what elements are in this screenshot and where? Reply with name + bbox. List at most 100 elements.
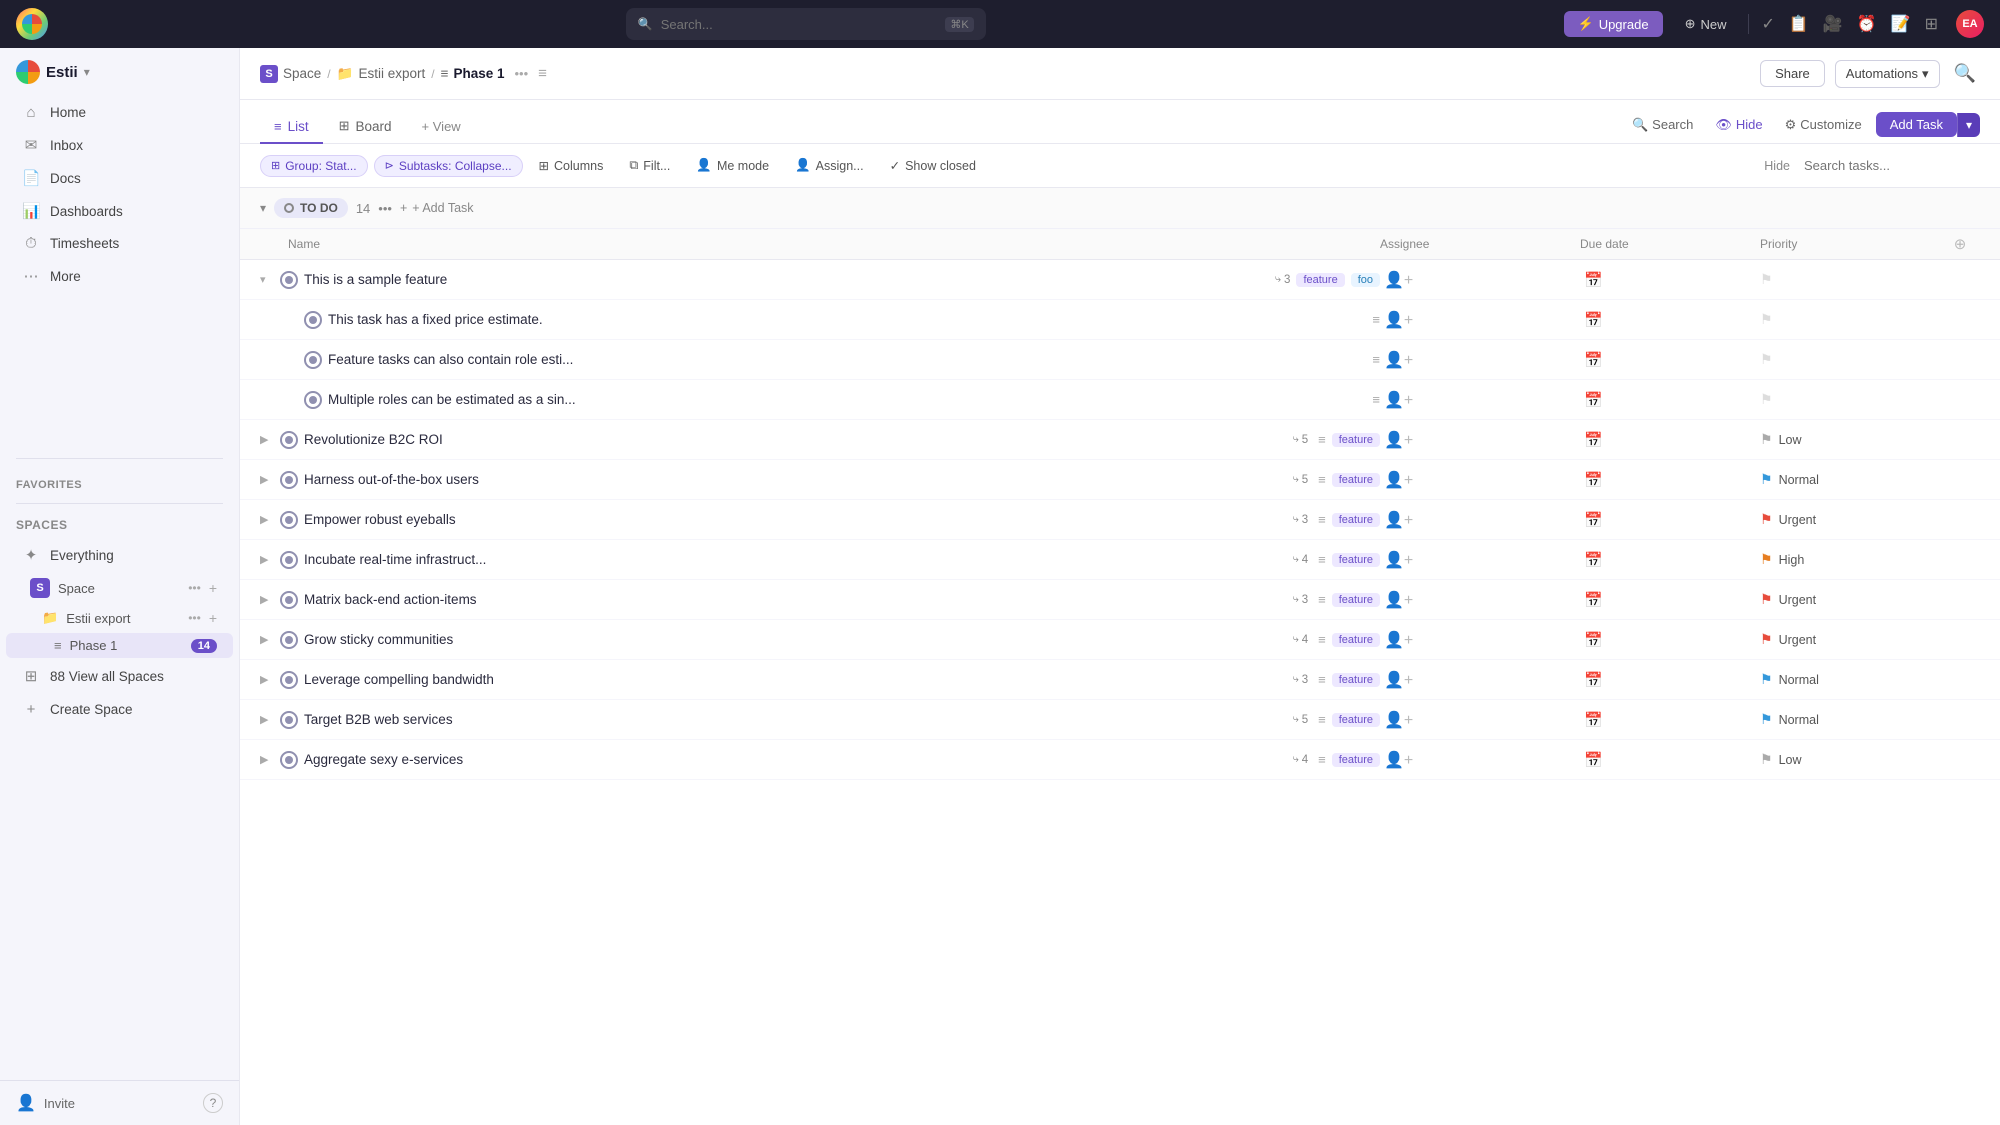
breadcrumb-current[interactable]: ≡ Phase 1 xyxy=(441,66,505,81)
set-date-button[interactable]: 📅 xyxy=(1580,587,1607,613)
set-date-button[interactable]: 📅 xyxy=(1580,547,1607,573)
table-row[interactable]: ▶ Revolutionize B2C ROI ⤷ 5 ≡ feature 👤+… xyxy=(240,420,2000,460)
estii-more-icon[interactable]: ••• xyxy=(188,611,201,625)
assign-task-button[interactable]: 👤+ xyxy=(1380,386,1417,414)
expand-icon[interactable]: ▶ xyxy=(260,433,274,446)
expand-icon[interactable]: ▶ xyxy=(260,673,274,686)
set-date-button[interactable]: 📅 xyxy=(1580,267,1607,293)
assign-task-button[interactable]: 👤+ xyxy=(1380,426,1417,454)
breadcrumb-filter-icon[interactable]: ≡ xyxy=(538,65,547,82)
table-row[interactable]: ▶ Matrix back-end action-items ⤷ 3 ≡ fea… xyxy=(240,580,2000,620)
sidebar-item-docs[interactable]: 📄 Docs xyxy=(6,162,233,194)
sidebar-item-inbox[interactable]: ✉ Inbox xyxy=(6,129,233,161)
search-input[interactable] xyxy=(661,17,938,32)
group-toggle-icon[interactable]: ▾ xyxy=(260,201,266,215)
automations-button[interactable]: Automations ▾ xyxy=(1835,60,1940,88)
columns-filter-button[interactable]: ⊞ Columns xyxy=(529,155,614,176)
table-row[interactable]: ▶ Incubate real-time infrastruct... ⤷ 4 … xyxy=(240,540,2000,580)
help-icon[interactable]: ? xyxy=(203,1093,223,1113)
me-mode-button[interactable]: 👤 Me mode xyxy=(686,155,779,176)
tab-list[interactable]: ≡ List xyxy=(260,111,323,144)
assign-task-button[interactable]: 👤+ xyxy=(1380,626,1417,654)
sidebar-item-phase1[interactable]: ≡ Phase 1 14 xyxy=(6,633,233,658)
expand-icon[interactable]: ▶ xyxy=(260,633,274,646)
hide-view-button[interactable]: 👁 Hide xyxy=(1707,113,1770,137)
table-row[interactable]: Multiple roles can be estimated as a sin… xyxy=(240,380,2000,420)
estii-add-icon[interactable]: + xyxy=(209,610,217,626)
set-date-button[interactable]: 📅 xyxy=(1580,467,1607,493)
document-icon[interactable]: 📋 xyxy=(1789,14,1809,34)
space-more-icon[interactable]: ••• xyxy=(188,581,201,595)
assign-task-button[interactable]: 👤+ xyxy=(1380,586,1417,614)
expand-icon[interactable]: ▶ xyxy=(260,713,274,726)
header-search-button[interactable]: 🔍 xyxy=(1950,59,1980,88)
search-view-button[interactable]: 🔍 Search xyxy=(1624,113,1701,137)
global-search[interactable]: 🔍 ⌘K xyxy=(626,8,986,40)
user-avatar[interactable]: EA xyxy=(1956,10,1984,38)
add-task-chevron-button[interactable]: ▾ xyxy=(1957,113,1980,137)
set-date-button[interactable]: 📅 xyxy=(1580,667,1607,693)
expand-icon[interactable]: ▾ xyxy=(260,273,274,286)
table-row[interactable]: ▶ Empower robust eyeballs ⤷ 3 ≡ feature … xyxy=(240,500,2000,540)
assign-button[interactable]: 👤 Assign... xyxy=(785,155,874,176)
expand-icon[interactable]: ▶ xyxy=(260,553,274,566)
assign-task-button[interactable]: 👤+ xyxy=(1380,306,1417,334)
table-row[interactable]: ▶ Harness out-of-the-box users ⤷ 5 ≡ fea… xyxy=(240,460,2000,500)
assign-task-button[interactable]: 👤+ xyxy=(1380,666,1417,694)
alarm-icon[interactable]: ⏰ xyxy=(1857,14,1877,34)
video-icon[interactable]: 🎥 xyxy=(1823,14,1843,34)
task-search-input[interactable] xyxy=(1804,158,1980,173)
assign-task-button[interactable]: 👤+ xyxy=(1380,546,1417,574)
expand-icon[interactable]: ▶ xyxy=(260,593,274,606)
set-date-button[interactable]: 📅 xyxy=(1580,507,1607,533)
show-closed-button[interactable]: ✓ Show closed xyxy=(880,155,986,176)
add-task-button[interactable]: Add Task xyxy=(1876,112,1957,137)
set-date-button[interactable]: 📅 xyxy=(1580,627,1607,653)
hide-filter-button[interactable]: Hide xyxy=(1756,156,1798,176)
sidebar-item-home[interactable]: ⌂ Home xyxy=(6,97,233,128)
col-add-button[interactable]: ⊕ xyxy=(1940,235,1980,253)
assign-task-button[interactable]: 👤+ xyxy=(1380,266,1417,294)
sidebar-item-everything[interactable]: ✦ Everything xyxy=(6,539,233,571)
grid-icon[interactable]: ⊞ xyxy=(1925,14,1938,34)
table-row[interactable]: ▶ Grow sticky communities ⤷ 4 ≡ feature … xyxy=(240,620,2000,660)
filter-button[interactable]: ⧉ Filt... xyxy=(619,155,680,176)
assign-task-button[interactable]: 👤+ xyxy=(1380,506,1417,534)
assign-task-button[interactable]: 👤+ xyxy=(1380,346,1417,374)
set-date-button[interactable]: 📅 xyxy=(1580,747,1607,773)
tab-board[interactable]: ⊞ Board xyxy=(325,110,406,144)
table-row[interactable]: ▾ This is a sample feature ⤷ 3 feature f… xyxy=(240,260,2000,300)
breadcrumb-space[interactable]: S Space xyxy=(260,65,321,83)
sidebar-item-create-space[interactable]: + Create Space xyxy=(6,694,233,725)
checkmark-icon[interactable]: ✓ xyxy=(1761,14,1774,34)
sidebar-item-view-all-spaces[interactable]: ⊞ 88 View all Spaces xyxy=(6,660,233,692)
sidebar-footer-invite[interactable]: 👤 Invite ? xyxy=(0,1080,239,1125)
assign-task-button[interactable]: 👤+ xyxy=(1380,746,1417,774)
new-button[interactable]: ⊕ New xyxy=(1675,11,1737,37)
app-logo[interactable] xyxy=(16,8,48,40)
sidebar-item-estii-export[interactable]: 📁 Estii export ••• + xyxy=(6,605,233,631)
space-add-icon[interactable]: + xyxy=(209,580,217,596)
sidebar-item-more[interactable]: ⋯ More xyxy=(6,260,233,292)
sidebar-item-space[interactable]: S Space ••• + xyxy=(6,573,233,603)
set-date-button[interactable]: 📅 xyxy=(1580,307,1607,333)
tab-add-view[interactable]: + View xyxy=(408,111,475,144)
subtasks-filter-chip[interactable]: ⊳ Subtasks: Collapse... xyxy=(374,155,523,177)
set-date-button[interactable]: 📅 xyxy=(1580,347,1607,373)
expand-icon[interactable]: ▶ xyxy=(260,513,274,526)
group-filter-chip[interactable]: ⊞ Group: Stat... xyxy=(260,155,368,177)
sidebar-item-dashboards[interactable]: 📊 Dashboards xyxy=(6,195,233,227)
group-add-task-button[interactable]: + + Add Task xyxy=(400,201,474,215)
breadcrumb-more-icon[interactable]: ••• xyxy=(515,66,529,81)
upgrade-button[interactable]: ⚡ Upgrade xyxy=(1564,11,1663,37)
table-row[interactable]: ▶ Aggregate sexy e-services ⤷ 4 ≡ featur… xyxy=(240,740,2000,780)
set-date-button[interactable]: 📅 xyxy=(1580,427,1607,453)
set-date-button[interactable]: 📅 xyxy=(1580,707,1607,733)
set-date-button[interactable]: 📅 xyxy=(1580,387,1607,413)
expand-icon[interactable]: ▶ xyxy=(260,473,274,486)
table-row[interactable]: Feature tasks can also contain role esti… xyxy=(240,340,2000,380)
notepad-icon[interactable]: 📝 xyxy=(1891,14,1911,34)
sidebar-item-timesheets[interactable]: ⏱ Timesheets xyxy=(6,228,233,259)
customize-view-button[interactable]: ⚙ Customize xyxy=(1777,113,1870,137)
table-row[interactable]: ▶ Target B2B web services ⤷ 5 ≡ feature … xyxy=(240,700,2000,740)
